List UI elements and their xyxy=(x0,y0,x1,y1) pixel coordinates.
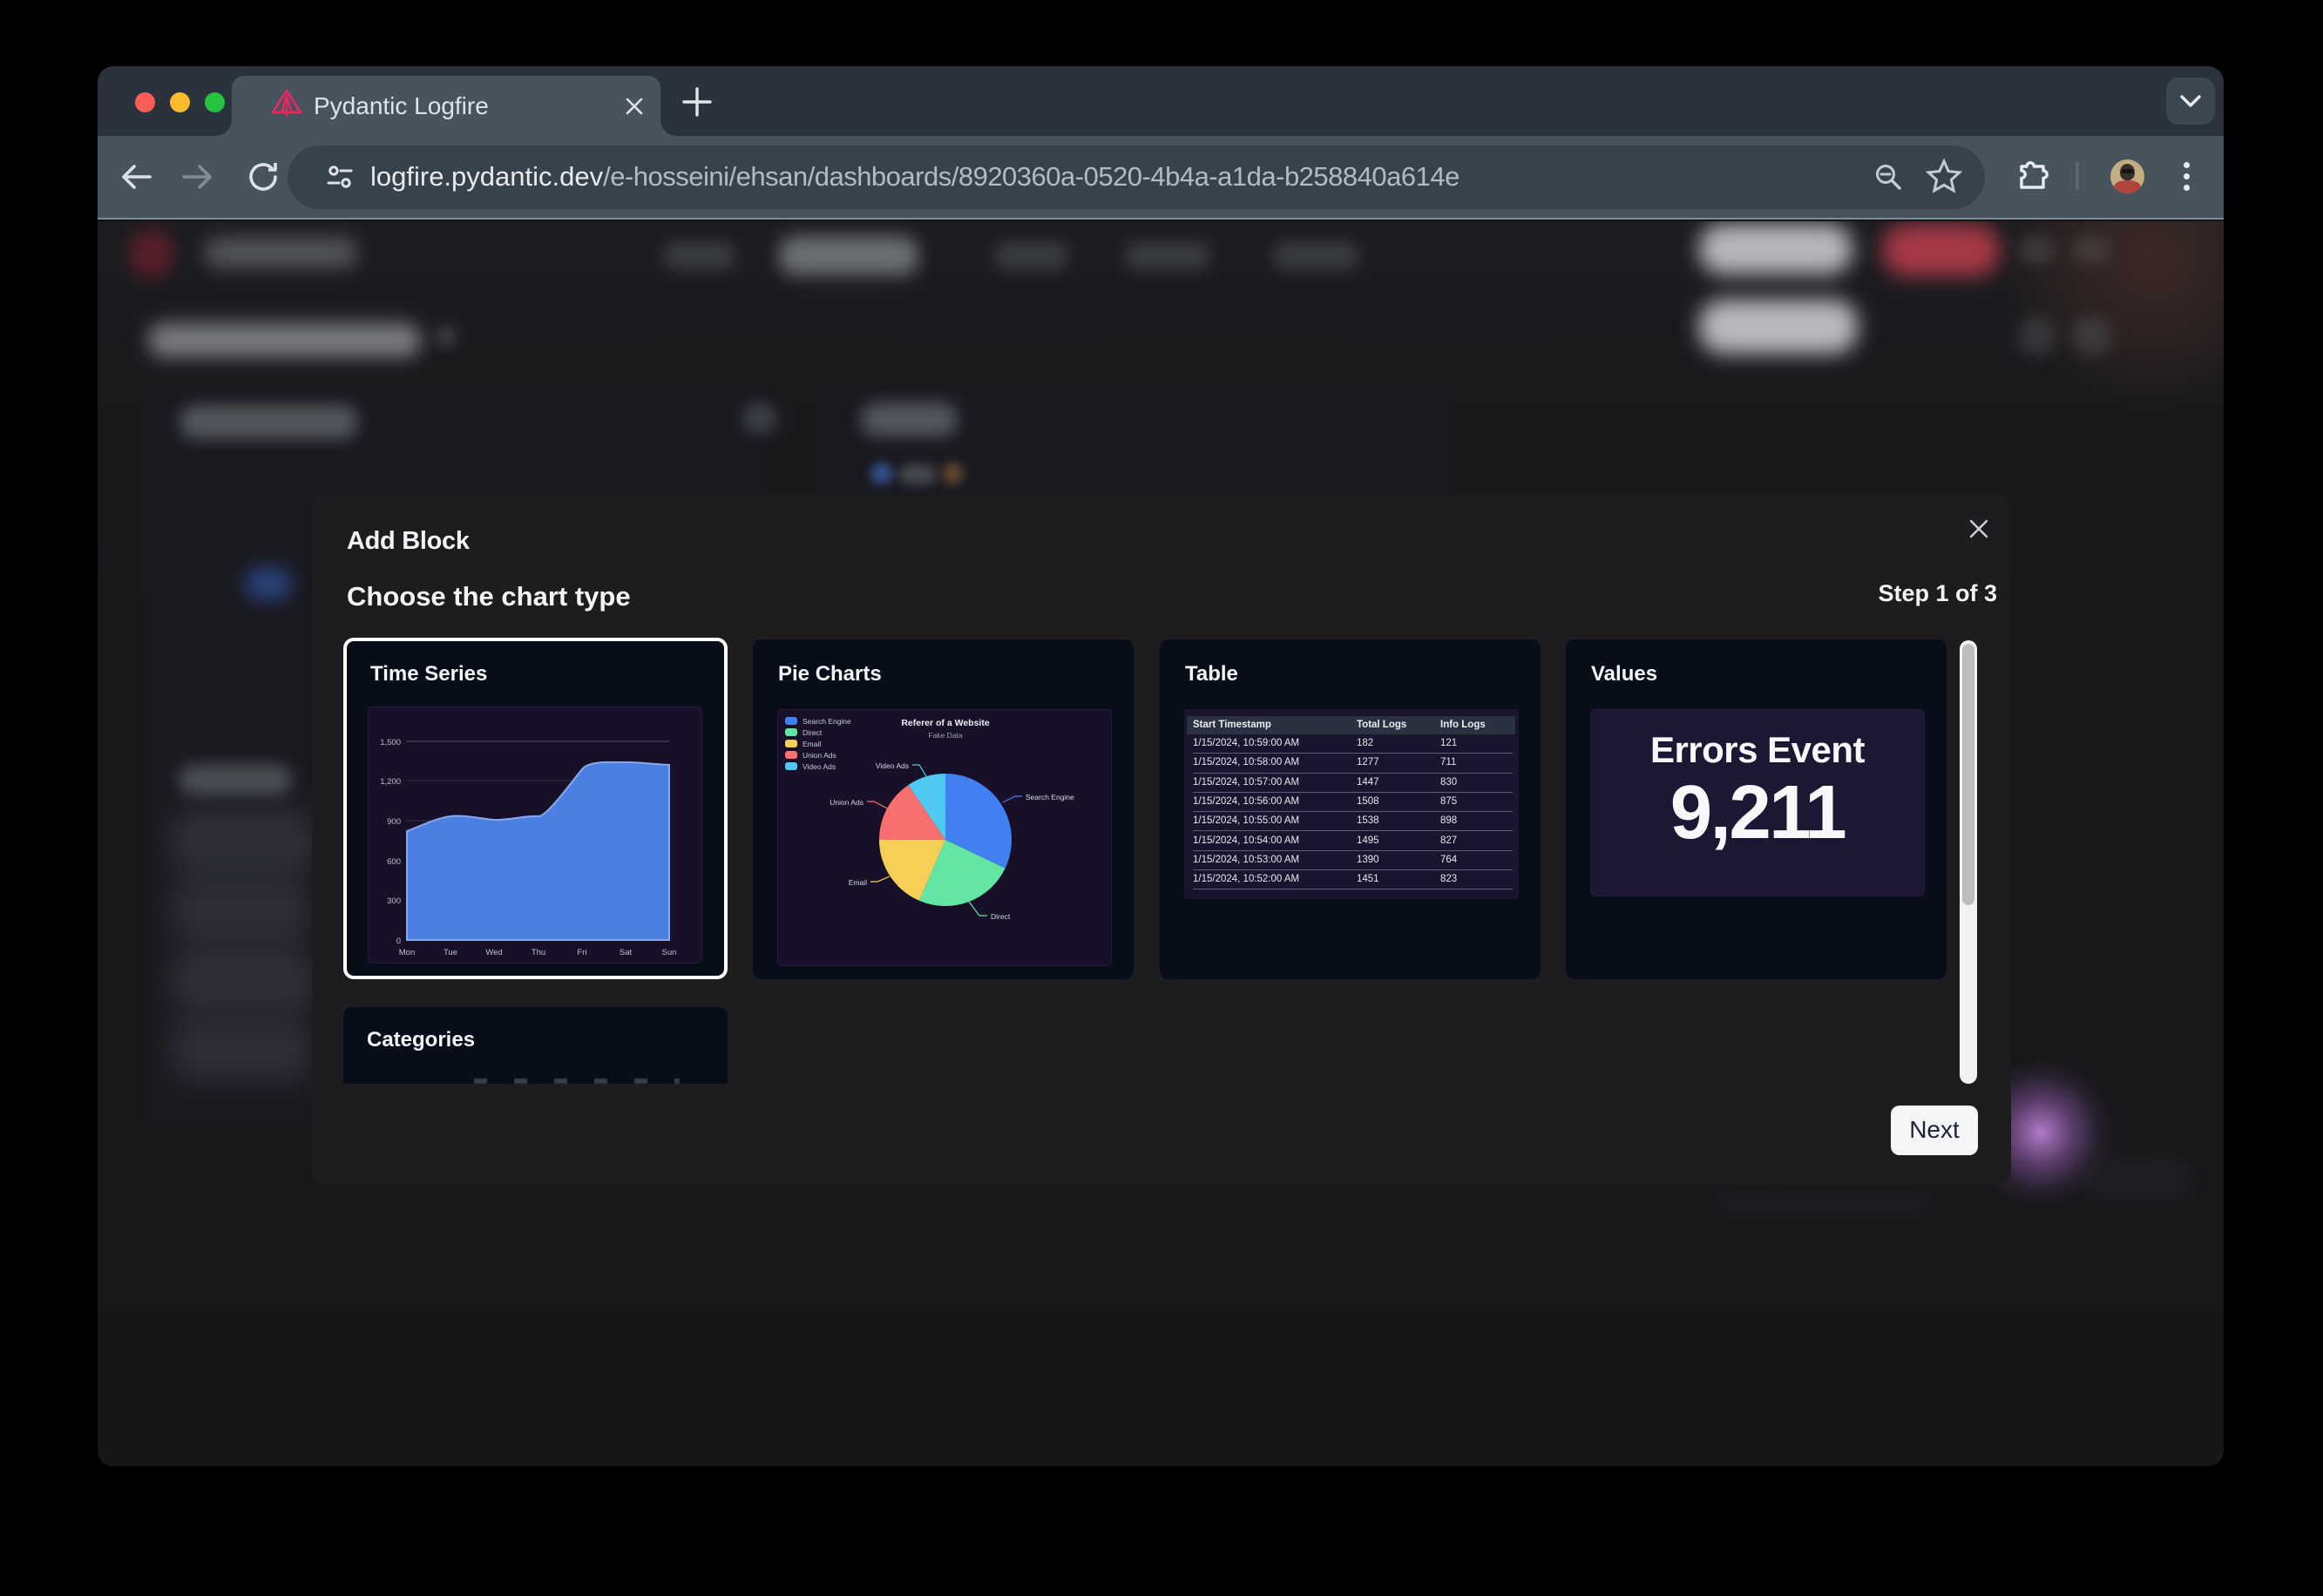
svg-text:Video Ads: Video Ads xyxy=(803,762,836,771)
svg-text:Direct: Direct xyxy=(991,912,1011,921)
svg-text:Direct: Direct xyxy=(803,728,823,737)
svg-text:Wed: Wed xyxy=(485,948,502,957)
svg-text:Thu: Thu xyxy=(532,948,545,957)
svg-text:Union Ads: Union Ads xyxy=(803,751,836,760)
svg-text:Mon: Mon xyxy=(399,948,415,957)
svg-text:Tue: Tue xyxy=(444,948,457,957)
svg-text:Union Ads: Union Ads xyxy=(830,798,864,807)
svg-text:Fri: Fri xyxy=(577,948,586,957)
svg-text:Email: Email xyxy=(803,740,821,748)
svg-text:0: 0 xyxy=(396,937,401,946)
svg-text:600: 600 xyxy=(387,857,401,867)
svg-text:300: 300 xyxy=(387,896,401,906)
svg-text:Video Ads: Video Ads xyxy=(876,761,909,770)
svg-text:1,500: 1,500 xyxy=(380,738,401,747)
svg-text:Sat: Sat xyxy=(620,948,633,957)
svg-text:1,200: 1,200 xyxy=(380,777,401,787)
svg-text:Sun: Sun xyxy=(662,948,677,957)
svg-text:Search Engine: Search Engine xyxy=(1026,793,1074,801)
svg-text:Referer of a Website: Referer of a Website xyxy=(901,718,989,728)
svg-text:Email: Email xyxy=(849,878,867,887)
svg-text:Search Engine: Search Engine xyxy=(803,717,851,726)
svg-text:Fake Data: Fake Data xyxy=(928,731,962,740)
svg-text:900: 900 xyxy=(387,817,401,827)
